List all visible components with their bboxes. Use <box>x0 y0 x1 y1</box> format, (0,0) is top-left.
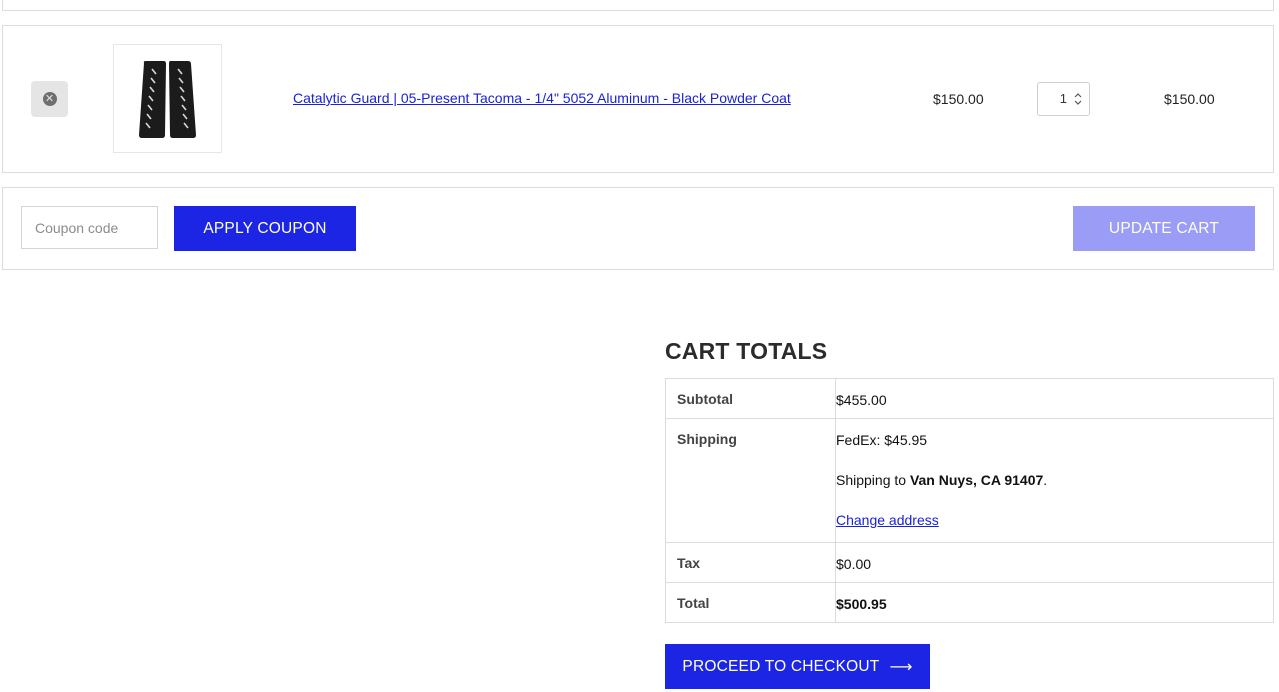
total-label: Total <box>665 582 836 623</box>
order-total-row: Total $500.95 <box>665 582 1274 623</box>
product-name-link[interactable]: Catalytic Guard | 05-Present Tacoma - 1/… <box>293 90 791 106</box>
subtotal-value: $455.00 <box>835 378 1274 419</box>
cart-totals-table: Subtotal $455.00 Shipping FedEx: $45.95 … <box>665 378 1274 623</box>
checkout-label: PROCEED TO CHECKOUT <box>682 657 880 675</box>
shipping-label: Shipping <box>665 418 836 543</box>
line-subtotal: $150.00 <box>1164 91 1215 107</box>
quantity-stepper[interactable]: 1 <box>1037 82 1090 116</box>
shipping-destination-line: Shipping to Van Nuys, CA 91407. <box>836 472 1273 488</box>
cart-item-row: ✕ Catalytic Guard | 05-Present Tacoma - … <box>2 25 1274 173</box>
subtotal-label: Subtotal <box>665 378 836 419</box>
coupon-code-input[interactable] <box>21 206 158 249</box>
spinner-arrows-icon[interactable] <box>1074 92 1082 106</box>
apply-coupon-button[interactable]: APPLY COUPON <box>174 206 356 251</box>
quantity-value: 1 <box>1059 91 1067 106</box>
tax-value: $0.00 <box>835 542 1274 583</box>
change-address-link[interactable]: Change address <box>836 512 939 528</box>
total-value: $500.95 <box>835 582 1274 623</box>
previous-cart-row <box>2 0 1274 11</box>
remove-item-button[interactable]: ✕ <box>31 81 68 117</box>
shipping-to-prefix: Shipping to <box>836 472 910 488</box>
shipping-to-suffix: . <box>1043 472 1048 488</box>
shipping-method: FedEx: $45.95 <box>836 432 928 448</box>
proceed-to-checkout-button[interactable]: PROCEED TO CHECKOUT ⟶ <box>665 644 930 689</box>
cart-totals-title: CART TOTALS <box>665 338 828 364</box>
shipping-row: Shipping FedEx: $45.95 Shipping to Van N… <box>665 418 1274 543</box>
product-thumbnail[interactable] <box>113 44 222 153</box>
tax-label: Tax <box>665 542 836 583</box>
arrow-right-icon: ⟶ <box>889 658 913 676</box>
product-price: $150.00 <box>933 91 984 107</box>
close-circle-icon: ✕ <box>42 92 57 106</box>
tax-row: Tax $0.00 <box>665 542 1274 583</box>
subtotal-row: Subtotal $455.00 <box>665 378 1274 419</box>
shipping-details: FedEx: $45.95 Shipping to Van Nuys, CA 9… <box>835 418 1274 543</box>
shipping-destination: Van Nuys, CA 91407 <box>909 472 1044 488</box>
cart-actions-row: APPLY COUPON UPDATE CART <box>2 187 1274 270</box>
catalytic-guard-image <box>139 61 196 138</box>
update-cart-button[interactable]: UPDATE CART <box>1073 206 1255 251</box>
